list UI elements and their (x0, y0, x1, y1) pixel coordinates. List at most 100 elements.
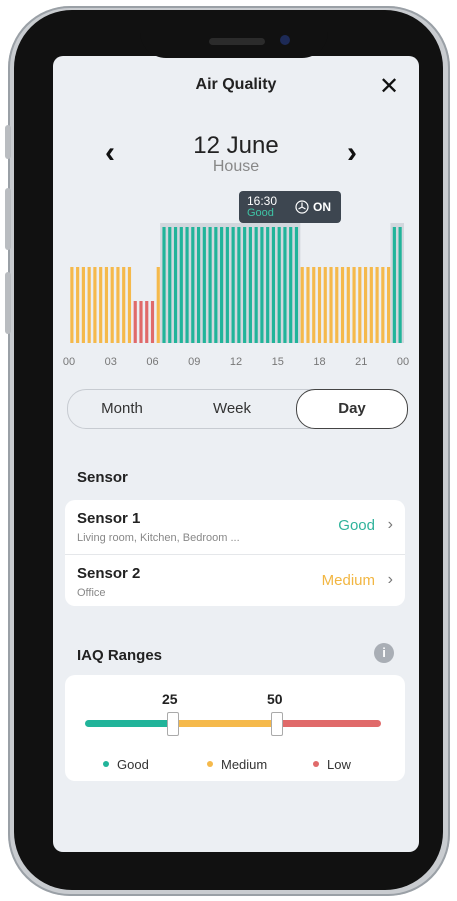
period-selector: Month Week Day (67, 389, 408, 429)
tab-day[interactable]: Day (296, 389, 408, 429)
chevron-right-icon: › (387, 571, 393, 588)
info-icon[interactable]: i (374, 643, 394, 663)
tab-week[interactable]: Week (178, 390, 286, 428)
chart-bar[interactable] (254, 227, 258, 343)
location-label: House (212, 158, 260, 175)
sensor-section-title: Sensor (77, 469, 128, 486)
chart-bar[interactable] (289, 227, 293, 343)
iaq-range-card: 25 50 Good Medium Low (65, 675, 405, 781)
chart-bar[interactable] (116, 267, 120, 343)
chart-bar[interactable] (329, 267, 333, 343)
chart-bar[interactable] (104, 267, 109, 343)
next-day-button[interactable]: › (347, 136, 357, 170)
range-medium-segment (173, 720, 277, 727)
chart-bar[interactable] (294, 227, 299, 343)
chart-bar[interactable] (340, 267, 345, 343)
chart-bar[interactable] (208, 227, 212, 343)
chart-bar[interactable] (243, 227, 247, 343)
chart-bar[interactable] (300, 267, 304, 343)
chart-bar[interactable] (110, 267, 114, 343)
page-title: Air Quality (195, 76, 277, 93)
tooltip-time: 16:30 (247, 194, 278, 208)
x-tick-label: 00 (63, 356, 75, 368)
close-icon[interactable]: ✕ (379, 72, 399, 101)
chart-bar[interactable] (145, 301, 149, 343)
range-handle-high[interactable] (271, 712, 283, 736)
chart-bar[interactable] (81, 267, 85, 343)
front-camera (280, 35, 290, 45)
range-handle-low[interactable] (167, 712, 179, 736)
chart-bar[interactable] (93, 267, 97, 343)
volume-down-button (5, 272, 11, 334)
status-badge: Good (338, 517, 375, 534)
chart-bar[interactable] (150, 301, 155, 343)
range-low-segment (277, 720, 381, 727)
chart-bar[interactable] (271, 227, 276, 343)
chart-bar[interactable] (358, 267, 362, 343)
chart-bar[interactable] (363, 267, 368, 343)
chart-bar[interactable] (122, 267, 126, 343)
chart-bar[interactable] (260, 227, 264, 343)
fan-icon (295, 200, 309, 217)
chart-bar[interactable] (317, 267, 322, 343)
sensor-row-2[interactable]: Sensor 2 Office Medium › (65, 554, 405, 607)
chart-bar[interactable] (392, 227, 396, 343)
chart-bar[interactable] (346, 267, 350, 343)
chart-bar[interactable] (237, 227, 241, 343)
chart-bar[interactable] (162, 227, 166, 343)
chart-bar[interactable] (127, 267, 132, 343)
app-screen: Air Quality ✕ ‹ 12 June House › 16:30 Go… (53, 56, 419, 852)
chart-bar[interactable] (266, 227, 270, 343)
chart-bar[interactable] (312, 267, 316, 343)
sensor-row-1[interactable]: Sensor 1 Living room, Kitchen, Bedroom .… (65, 500, 405, 552)
chart-bar[interactable] (231, 227, 235, 343)
chart-bar[interactable] (248, 227, 252, 343)
chart-bar[interactable] (133, 301, 137, 343)
chart-bar[interactable] (369, 267, 373, 343)
air-quality-chart[interactable]: 00 03 06 09 12 15 18 21 00 (53, 221, 419, 371)
chart-bar[interactable] (139, 301, 143, 343)
x-tick-label: 06 (146, 356, 158, 368)
chart-highlight-window (390, 223, 404, 343)
sensor-rooms: Living room, Kitchen, Bedroom ... (77, 532, 240, 544)
chart-bar[interactable] (387, 267, 391, 343)
chart-bar[interactable] (191, 227, 195, 343)
chart-bar[interactable] (76, 267, 80, 343)
chart-bar[interactable] (323, 267, 327, 343)
tooltip-status: Good (247, 207, 274, 219)
chart-bar[interactable] (87, 267, 91, 343)
x-tick-label: 03 (105, 356, 117, 368)
chart-bar[interactable] (179, 227, 183, 343)
chart-bar[interactable] (375, 267, 379, 343)
range-threshold-high: 50 (267, 691, 283, 707)
chart-bar[interactable] (156, 267, 160, 343)
tab-month[interactable]: Month (68, 390, 176, 428)
chart-bar[interactable] (185, 227, 189, 343)
chart-bar[interactable] (306, 267, 310, 343)
low-dot-icon (313, 760, 319, 767)
sensor-rooms: Office (77, 587, 106, 599)
chart-bar[interactable] (70, 267, 74, 343)
chart-bar[interactable] (277, 227, 281, 343)
chart-bar[interactable] (352, 267, 356, 343)
chart-bar[interactable] (398, 227, 402, 343)
chart-bar[interactable] (196, 227, 201, 343)
chart-bar[interactable] (335, 267, 339, 343)
chart-bar[interactable] (214, 227, 218, 343)
date-label: 12 June (193, 132, 279, 159)
chart-bar[interactable] (99, 267, 103, 343)
chart-bar[interactable] (225, 227, 229, 343)
chart-bar[interactable] (381, 267, 385, 343)
chart-bar[interactable] (283, 227, 287, 343)
chart-bar[interactable] (173, 227, 178, 343)
iaq-section-title: IAQ Ranges (77, 647, 163, 664)
volume-up-button (5, 188, 11, 250)
legend-low: Low (313, 757, 351, 772)
chart-bar[interactable] (220, 227, 224, 343)
chart-bar[interactable] (202, 227, 206, 343)
chart-bar[interactable] (168, 227, 172, 343)
legend-medium: Medium (207, 757, 267, 772)
legend-good: Good (103, 757, 149, 772)
mute-switch (5, 125, 11, 159)
medium-dot-icon (207, 760, 213, 767)
